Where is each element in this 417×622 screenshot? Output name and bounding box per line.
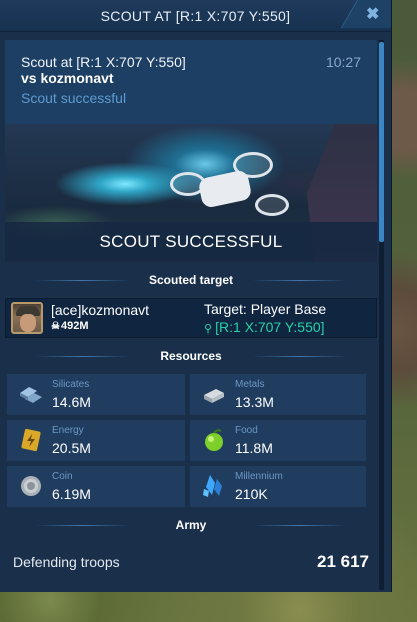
metals-icon [204, 389, 224, 403]
target-power-value: 492M [60, 320, 89, 332]
message-header: Scout at [R:1 X:707 Y:550] 10:27 vs kozm… [5, 40, 377, 124]
coin-icon [21, 476, 41, 496]
scout-scene-image: SCOUT SUCCESSFUL [5, 124, 377, 262]
resource-coin: Coin 6.19M [7, 466, 185, 507]
army-heading: Army [5, 507, 377, 543]
window-header: SCOUT AT [R:1 X:707 Y:550] ✖ [0, 0, 391, 32]
scouted-target-heading: Scouted target [5, 262, 377, 298]
silicates-icon [20, 387, 42, 403]
resource-label: Food [235, 425, 258, 436]
resource-food: Food 11.8M [190, 420, 366, 461]
resources-heading: Resources [5, 338, 377, 374]
scrollbar-thumb[interactable] [379, 42, 384, 242]
target-location-link[interactable]: ⚲ [R:1 X:707 Y:550] [204, 319, 325, 335]
resource-value: 13.3M [235, 394, 274, 410]
resource-label: Coin [52, 471, 73, 482]
report-content: Scout at [R:1 X:707 Y:550] 10:27 vs kozm… [5, 40, 377, 592]
drone-rotor-back [255, 194, 289, 216]
section-title: Army [175, 518, 207, 532]
resource-value: 14.6M [52, 394, 91, 410]
avatar-face [20, 314, 36, 332]
skull-icon: ☠ [51, 321, 60, 332]
scrollbar[interactable] [379, 40, 384, 590]
section-title: Scouted target [148, 273, 233, 287]
target-power: ☠492M [51, 320, 89, 332]
message-status: Scout successful [21, 90, 127, 106]
resources-grid: Silicates 14.6M Metals 13.3M Energy 20.5… [5, 374, 377, 507]
resource-value: 20.5M [52, 440, 91, 456]
map-pin-icon: ⚲ [204, 323, 213, 335]
resource-millennium: Millennium 210K [190, 466, 366, 507]
defending-troops-label: Defending troops [13, 554, 120, 570]
resource-energy: Energy 20.5M [7, 420, 185, 461]
message-time: 10:27 [325, 54, 361, 70]
resource-label: Energy [52, 425, 84, 436]
resource-metals: Metals 13.3M [190, 374, 366, 415]
window-title: SCOUT AT [R:1 X:707 Y:550] [100, 7, 291, 24]
resource-value: 11.8M [235, 440, 273, 456]
target-card[interactable]: [ace]kozmonavt ☠492M Target: Player Base… [5, 298, 377, 338]
resource-silicates: Silicates 14.6M [7, 374, 185, 415]
energy-icon [21, 428, 41, 452]
defending-troops-row: Defending troops 21 617 [5, 547, 377, 577]
target-type: Target: Player Base [204, 301, 327, 317]
resource-label: Silicates [52, 379, 90, 390]
resource-label: Millennium [235, 471, 283, 482]
target-location-text[interactable]: [R:1 X:707 Y:550] [215, 319, 325, 335]
food-icon [205, 429, 223, 451]
close-icon: ✖ [365, 6, 380, 23]
scout-report-panel: SCOUT AT [R:1 X:707 Y:550] ✖ Scout at [R… [0, 0, 392, 592]
close-button[interactable]: ✖ [340, 0, 391, 28]
resource-label: Metals [235, 379, 265, 390]
drone-body [197, 169, 253, 209]
target-player-name[interactable]: [ace]kozmonavt [51, 302, 149, 318]
result-banner: SCOUT SUCCESSFUL [5, 222, 377, 262]
section-title: Resources [160, 349, 222, 363]
avatar[interactable] [11, 302, 43, 334]
message-opponent: vs kozmonavt [21, 70, 114, 86]
defending-troops-value: 21 617 [317, 552, 369, 571]
resource-value: 210K [235, 486, 268, 502]
resource-value: 6.19M [52, 486, 91, 502]
result-banner-text: SCOUT SUCCESSFUL [99, 232, 283, 251]
message-title: Scout at [R:1 X:707 Y:550] [21, 54, 186, 70]
millennium-icon [203, 475, 222, 497]
